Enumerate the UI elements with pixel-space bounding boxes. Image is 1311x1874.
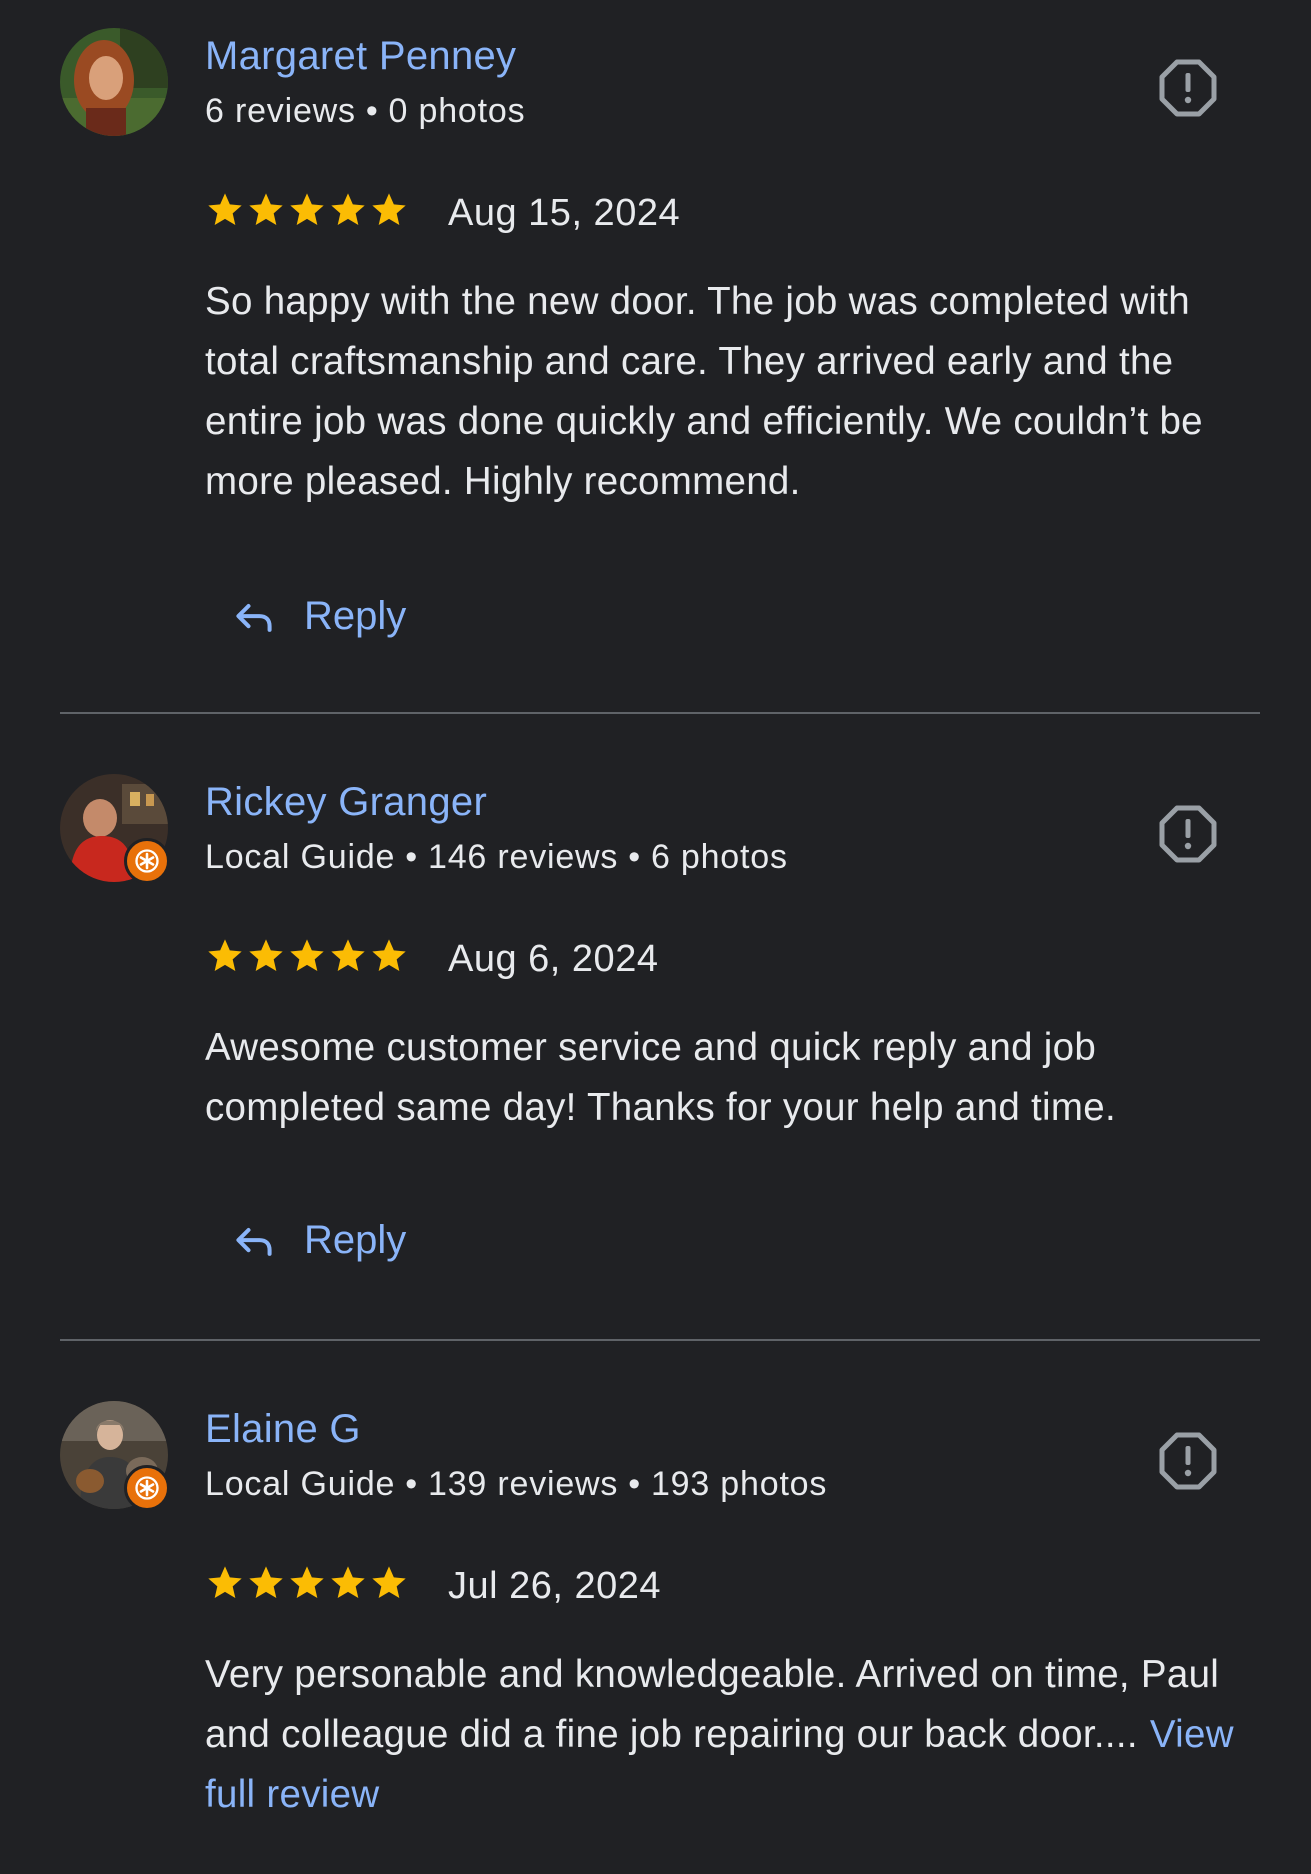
star-icon bbox=[290, 1566, 324, 1598]
star-icon bbox=[208, 193, 242, 225]
reviewer-name[interactable]: Elaine G bbox=[205, 1407, 361, 1452]
reviewer-meta: 6 reviews • 0 photos bbox=[205, 92, 525, 131]
separator-dot: • bbox=[628, 838, 641, 876]
star-icon bbox=[249, 939, 283, 971]
star-icon bbox=[208, 939, 242, 971]
review-text: So happy with the new door. The job was … bbox=[205, 280, 1203, 503]
star-icon bbox=[208, 1566, 242, 1598]
photo-count: 0 photos bbox=[388, 92, 526, 130]
reviewer-meta: Local Guide • 139 reviews • 193 photos bbox=[205, 1465, 827, 1504]
separator-dot: • bbox=[405, 838, 418, 876]
review-count: 139 reviews bbox=[427, 1465, 619, 1503]
reply-label: Reply bbox=[304, 594, 407, 638]
review-count: 146 reviews bbox=[427, 838, 619, 876]
avatar[interactable] bbox=[60, 1401, 170, 1511]
local-guide-label: Local Guide bbox=[205, 1465, 396, 1503]
reviewer-name[interactable]: Margaret Penney bbox=[205, 34, 516, 79]
reviewer-meta: Local Guide • 146 reviews • 6 photos bbox=[205, 838, 788, 877]
review-text: Awesome customer service and quick reply… bbox=[205, 1026, 1116, 1129]
avatar-photo bbox=[60, 28, 168, 136]
review-card: Elaine G Local Guide • 139 reviews • 193 pho… bbox=[0, 1373, 1311, 1874]
reply-button[interactable]: Reply bbox=[232, 594, 406, 639]
review-date: Aug 15, 2024 bbox=[448, 192, 681, 234]
star-icon bbox=[372, 1566, 406, 1598]
review-date: Aug 6, 2024 bbox=[448, 938, 659, 980]
star-rating bbox=[205, 190, 409, 230]
local-guide-label: Local Guide bbox=[205, 838, 396, 876]
photo-count: 6 photos bbox=[650, 838, 788, 876]
divider bbox=[60, 712, 1260, 714]
reply-arrow-icon bbox=[236, 1227, 272, 1256]
report-flag-icon[interactable] bbox=[1158, 58, 1218, 118]
star-icon bbox=[372, 939, 406, 971]
avatar[interactable] bbox=[60, 774, 170, 884]
star-icon bbox=[249, 193, 283, 225]
review-count: 6 reviews bbox=[205, 92, 356, 130]
review-date: Jul 26, 2024 bbox=[448, 1565, 662, 1607]
star-icon bbox=[331, 939, 365, 971]
star-icon bbox=[249, 1566, 283, 1598]
reply-label: Reply bbox=[304, 1218, 407, 1262]
review-card: Rickey Granger Local Guide • 146 reviews • 6… bbox=[0, 746, 1311, 1340]
separator-dot: • bbox=[628, 1465, 641, 1503]
divider bbox=[60, 1339, 1260, 1341]
star-icon bbox=[331, 193, 365, 225]
local-guide-badge-icon bbox=[124, 838, 170, 884]
review-card: Margaret Penney 6 reviews • 0 photos Aug 1… bbox=[0, 0, 1311, 716]
report-flag-icon[interactable] bbox=[1158, 1431, 1218, 1491]
separator-dot: • bbox=[405, 1465, 418, 1503]
separator-dot: • bbox=[365, 92, 379, 130]
star-rating bbox=[205, 936, 409, 976]
star-rating bbox=[205, 1563, 409, 1603]
reply-arrow-icon bbox=[236, 603, 272, 632]
review-text-truncated: Very personable and knowledgeable. Arriv… bbox=[205, 1653, 1220, 1756]
report-flag-icon[interactable] bbox=[1158, 804, 1218, 864]
star-icon bbox=[290, 193, 324, 225]
reviewer-name[interactable]: Rickey Granger bbox=[205, 780, 487, 825]
star-icon bbox=[372, 193, 406, 225]
photo-count: 193 photos bbox=[650, 1465, 828, 1503]
avatar[interactable] bbox=[60, 28, 168, 136]
review-text: Very personable and knowledgeable. Arriv… bbox=[205, 1645, 1265, 1825]
star-icon bbox=[290, 939, 324, 971]
reply-button[interactable]: Reply bbox=[232, 1218, 406, 1263]
star-icon bbox=[331, 1566, 365, 1598]
local-guide-badge-icon bbox=[124, 1465, 170, 1511]
